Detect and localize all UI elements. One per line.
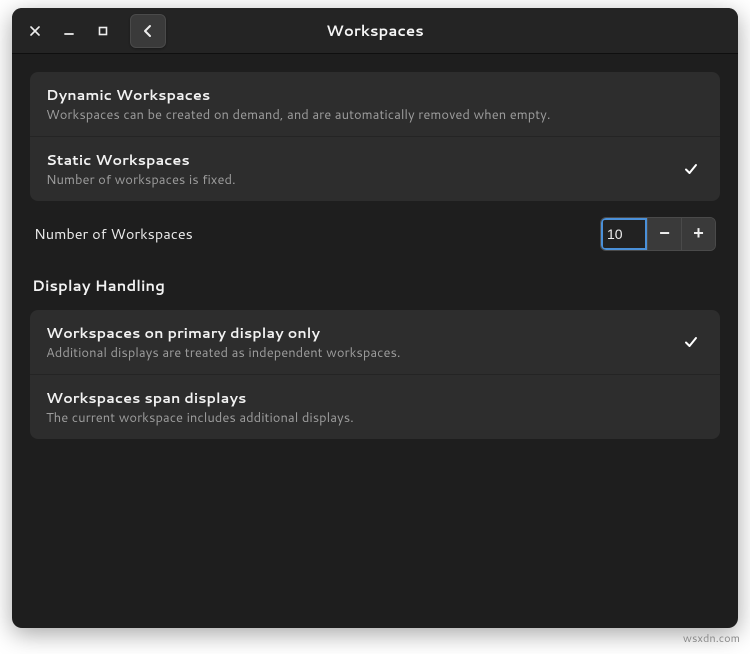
display-handling-group: Workspaces on primary display only Addit…: [30, 310, 720, 439]
plus-icon: +: [693, 223, 704, 244]
window-controls: [20, 14, 166, 48]
minimize-icon: [64, 26, 74, 36]
content-area: Dynamic Workspaces Workspaces can be cre…: [12, 54, 738, 457]
static-workspaces-option[interactable]: Static Workspaces Number of workspaces i…: [30, 137, 720, 201]
back-button[interactable]: [130, 14, 166, 48]
number-of-workspaces-row: Number of Workspaces − +: [30, 211, 720, 257]
option-title: Workspaces on primary display only: [46, 322, 401, 343]
option-text: Static Workspaces Number of workspaces i…: [46, 149, 236, 189]
workspaces-count-input[interactable]: [601, 218, 647, 250]
checkmark-icon: [684, 335, 704, 349]
option-subtitle: Number of workspaces is fixed.: [46, 172, 236, 189]
maximize-icon: [98, 26, 108, 36]
minimize-button[interactable]: [54, 16, 84, 46]
span-displays-option[interactable]: Workspaces span displays The current wor…: [30, 375, 720, 439]
maximize-button[interactable]: [88, 16, 118, 46]
number-of-workspaces-label: Number of Workspaces: [34, 223, 193, 244]
option-text: Dynamic Workspaces Workspaces can be cre…: [46, 84, 550, 124]
option-text: Workspaces span displays The current wor…: [46, 387, 354, 427]
decrement-button[interactable]: −: [647, 218, 681, 250]
checkmark-icon: [684, 162, 704, 176]
watermark-text: wsxdn.com: [683, 630, 740, 646]
titlebar: Workspaces: [12, 8, 738, 54]
chevron-left-icon: [143, 24, 153, 38]
workspace-mode-group: Dynamic Workspaces Workspaces can be cre…: [30, 72, 720, 201]
option-subtitle: The current workspace includes additiona…: [46, 410, 354, 427]
option-subtitle: Workspaces can be created on demand, and…: [46, 107, 550, 124]
option-title: Dynamic Workspaces: [46, 84, 550, 105]
primary-display-only-option[interactable]: Workspaces on primary display only Addit…: [30, 310, 720, 375]
workspaces-count-stepper: − +: [600, 217, 716, 251]
close-icon: [30, 26, 40, 36]
option-subtitle: Additional displays are treated as indep…: [46, 345, 401, 362]
close-button[interactable]: [20, 16, 50, 46]
increment-button[interactable]: +: [681, 218, 715, 250]
option-title: Static Workspaces: [46, 149, 236, 170]
option-text: Workspaces on primary display only Addit…: [46, 322, 401, 362]
option-title: Workspaces span displays: [46, 387, 354, 408]
settings-window: Workspaces Dynamic Workspaces Workspaces…: [12, 8, 738, 628]
dynamic-workspaces-option[interactable]: Dynamic Workspaces Workspaces can be cre…: [30, 72, 720, 137]
display-handling-header: Display Handling: [30, 267, 720, 300]
minus-icon: −: [659, 223, 670, 244]
